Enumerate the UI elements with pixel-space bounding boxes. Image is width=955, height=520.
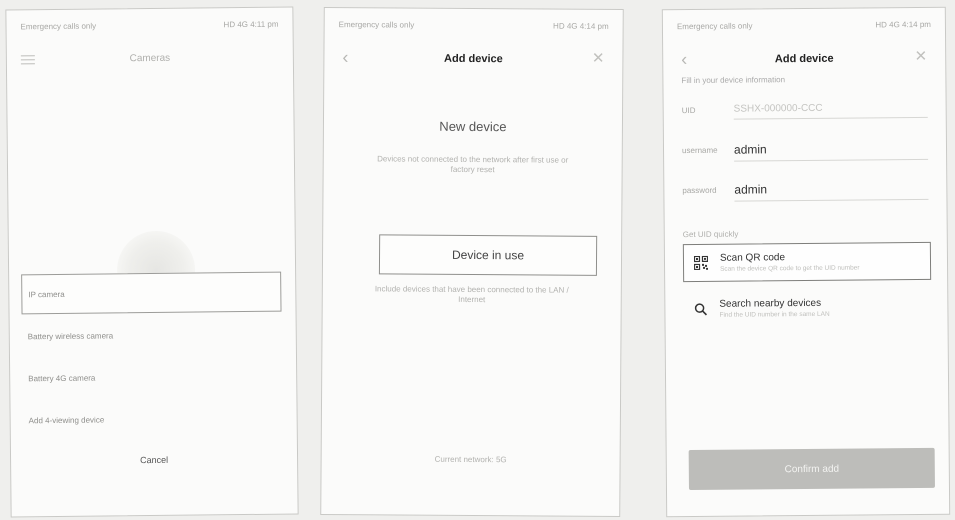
search-nearby-option[interactable]: Search nearby devices Find the UID numbe… <box>683 288 931 328</box>
close-icon[interactable]: ✕ <box>915 48 928 65</box>
close-icon[interactable]: ✕ <box>592 50 605 67</box>
page-title: Add device <box>774 52 834 66</box>
status-bar: Emergency calls only HD 4G 4:14 pm <box>677 20 931 31</box>
cancel-button[interactable]: Cancel <box>11 453 297 466</box>
button-label: Confirm add <box>784 463 840 475</box>
qr-code-icon <box>690 255 712 270</box>
option-title: Search nearby devices <box>719 297 822 310</box>
option-label: Battery 4G camera <box>28 373 96 383</box>
status-bar: Emergency calls only HD 4G 4:14 pm <box>339 20 609 31</box>
field-label: username <box>681 145 718 155</box>
option-label: IP camera <box>28 289 65 299</box>
option-description: Find the UID number in the same LAN <box>719 310 830 319</box>
button-label: Device in use <box>451 247 525 263</box>
carrier-text: Emergency calls only <box>338 20 415 30</box>
uid-input[interactable]: SSHX-000000-CCC <box>733 97 928 120</box>
new-device-hint: Devices not connected to the network aft… <box>377 154 569 175</box>
status-time: HD 4G 4:11 pm <box>223 19 279 30</box>
option-label: Add 4-viewing device <box>28 415 105 425</box>
option-description: Scan the device QR code to get the UID n… <box>720 264 860 273</box>
confirm-add-button[interactable]: Confirm add <box>688 447 935 491</box>
option-battery-4g-camera[interactable]: Battery 4G camera <box>22 356 282 399</box>
password-input[interactable]: admin <box>734 176 929 202</box>
option-add-device[interactable]: Add 4-viewing device <box>22 398 282 441</box>
carrier-text: Emergency calls only <box>20 21 97 32</box>
device-info-screen: Emergency calls only HD 4G 4:14 pm ‹ Add… <box>661 6 951 518</box>
section-label: Fill in your device information <box>681 75 786 86</box>
search-icon <box>689 302 711 315</box>
device-in-use-button[interactable]: Device in use <box>378 234 598 276</box>
device-in-use-hint: Include devices that have been connected… <box>374 284 569 305</box>
status-time: HD 4G 4:14 pm <box>553 21 609 31</box>
option-title: Scan QR code <box>719 252 786 264</box>
section-label: Get UID quickly <box>682 229 739 240</box>
page-title: Cameras <box>129 52 171 65</box>
uid-field[interactable]: UID SSHX-000000-CCC <box>682 94 928 124</box>
status-bar: Emergency calls only HD 4G 4:11 pm <box>20 20 278 32</box>
username-field[interactable]: username admin <box>681 134 929 164</box>
username-input[interactable]: admin <box>733 136 929 162</box>
new-device-option[interactable]: New device <box>324 118 622 135</box>
field-label: password <box>682 185 717 195</box>
status-time: HD 4G 4:14 pm <box>875 19 931 30</box>
option-battery-wireless-camera[interactable]: Battery wireless camera <box>22 314 282 357</box>
camera-type-screen: Emergency calls only HD 4G 4:11 pm Camer… <box>5 6 299 518</box>
password-field[interactable]: password admin <box>682 174 929 204</box>
option-label: Battery wireless camera <box>27 330 114 341</box>
page-title: Add device <box>444 52 503 66</box>
scan-qr-option[interactable]: Scan QR code Scan the device QR code to … <box>682 241 932 283</box>
network-status: Current network: 5G <box>434 454 507 465</box>
carrier-text: Emergency calls only <box>676 21 753 32</box>
option-ip-camera[interactable]: IP camera <box>21 271 282 315</box>
add-device-choice-screen: Emergency calls only HD 4G 4:14 pm ‹ Add… <box>320 6 624 518</box>
field-label: UID <box>681 105 696 115</box>
